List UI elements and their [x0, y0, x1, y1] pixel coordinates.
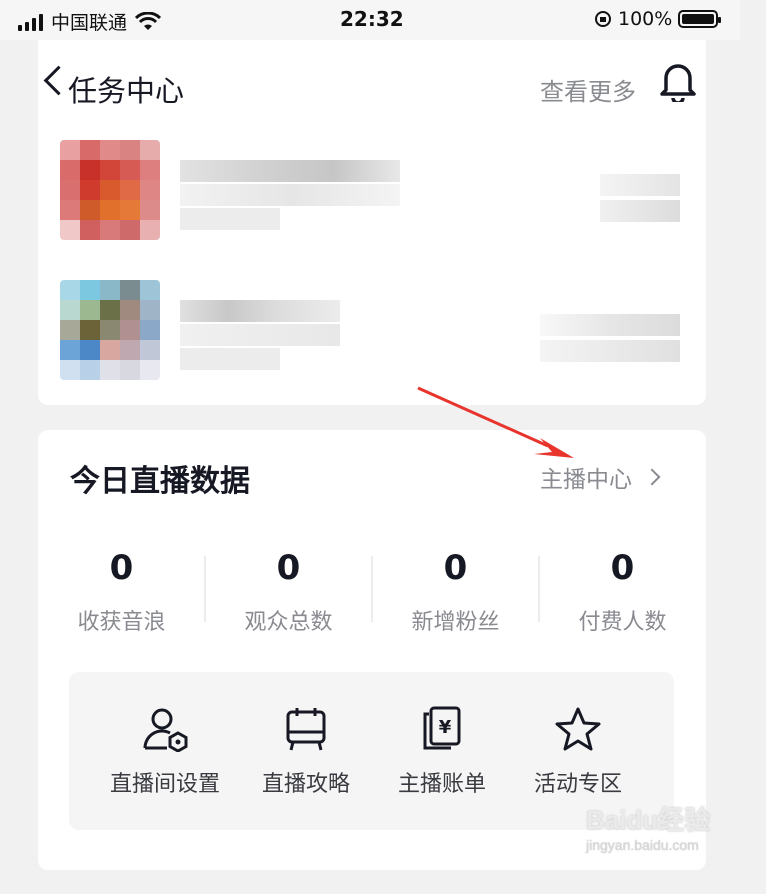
watermark-line2: jingyan.baidu.com — [586, 837, 699, 853]
star-icon — [555, 707, 601, 751]
stat-total-viewers[interactable]: 0 观众总数 — [205, 546, 372, 636]
orientation-lock-icon — [595, 11, 611, 27]
blurred-text — [180, 184, 400, 206]
tool-label: 直播攻略 — [261, 772, 350, 797]
tool-label: 主播账单 — [397, 772, 486, 797]
stat-label: 付费人数 — [578, 610, 667, 635]
stat-value: 0 — [276, 548, 301, 588]
stat-paying-users[interactable]: 0 付费人数 — [539, 546, 706, 636]
anchor-center-label: 主播中心 — [540, 467, 632, 493]
carrier-group: 中国联通 — [18, 8, 162, 35]
stat-sound-waves[interactable]: 0 收获音浪 — [38, 546, 205, 636]
signal-icon — [18, 13, 43, 31]
watermark-logo: Baidu经验 jingyan.baidu.com — [586, 800, 736, 876]
blurred-text — [600, 174, 680, 196]
section-title: 今日直播数据 — [70, 464, 250, 499]
blurred-text — [180, 160, 400, 182]
task-thumbnail — [60, 280, 160, 380]
live-guide-button[interactable]: 直播攻略 — [251, 706, 361, 798]
task-item[interactable] — [60, 140, 680, 240]
blurred-text — [180, 208, 280, 230]
tool-label: 直播间设置 — [109, 772, 220, 797]
status-bar: 中国联通 22:32 100% — [0, 0, 740, 40]
blurred-text — [540, 340, 680, 362]
stat-value: 0 — [443, 548, 468, 588]
back-button[interactable] — [40, 60, 66, 100]
bell-icon[interactable] — [658, 60, 698, 102]
wifi-icon — [135, 11, 162, 30]
blurred-text — [600, 200, 680, 222]
stat-value: 0 — [109, 548, 134, 588]
blurred-text — [180, 348, 280, 370]
carrier-name: 中国联通 — [51, 12, 128, 34]
anchor-bill-button[interactable]: ¥ 主播账单 — [387, 706, 497, 798]
svg-text:¥: ¥ — [439, 717, 452, 738]
watermark-line1: Baidu经验 — [586, 805, 711, 835]
user-settings-icon — [143, 708, 188, 752]
blurred-text — [180, 324, 340, 346]
task-center-card: 任务中心 查看更多 — [38, 40, 706, 405]
bill-icon: ¥ — [423, 706, 461, 750]
task-item[interactable] — [60, 280, 680, 380]
stat-new-fans[interactable]: 0 新增粉丝 — [372, 546, 539, 636]
stats-row: 0 收获音浪 0 观众总数 0 新增粉丝 0 付费人数 — [38, 546, 706, 636]
battery-group: 100% — [594, 8, 722, 30]
task-thumbnail — [60, 140, 160, 240]
battery-icon — [678, 10, 722, 28]
clock: 22:32 — [340, 7, 404, 31]
stat-label: 新增粉丝 — [411, 610, 500, 635]
page-title: 任务中心 — [68, 74, 185, 108]
blurred-text — [540, 314, 680, 336]
guide-book-icon — [286, 708, 326, 751]
battery-percent: 100% — [618, 8, 673, 30]
chevron-right-icon — [643, 468, 661, 486]
stat-label: 收获音浪 — [77, 610, 166, 635]
blurred-text — [180, 300, 340, 322]
activity-zone-button[interactable]: 活动专区 — [523, 706, 633, 798]
stat-label: 观众总数 — [244, 610, 333, 635]
view-more-link[interactable]: 查看更多 — [540, 72, 636, 107]
anchor-center-link[interactable]: 主播中心 — [540, 460, 661, 494]
tools-panel: 直播间设置 直播攻略 ¥ 主播账单 活动专区 — [69, 672, 674, 830]
live-room-settings-button[interactable]: 直播间设置 — [105, 706, 225, 798]
tool-label: 活动专区 — [533, 772, 622, 797]
stat-value: 0 — [610, 548, 635, 588]
